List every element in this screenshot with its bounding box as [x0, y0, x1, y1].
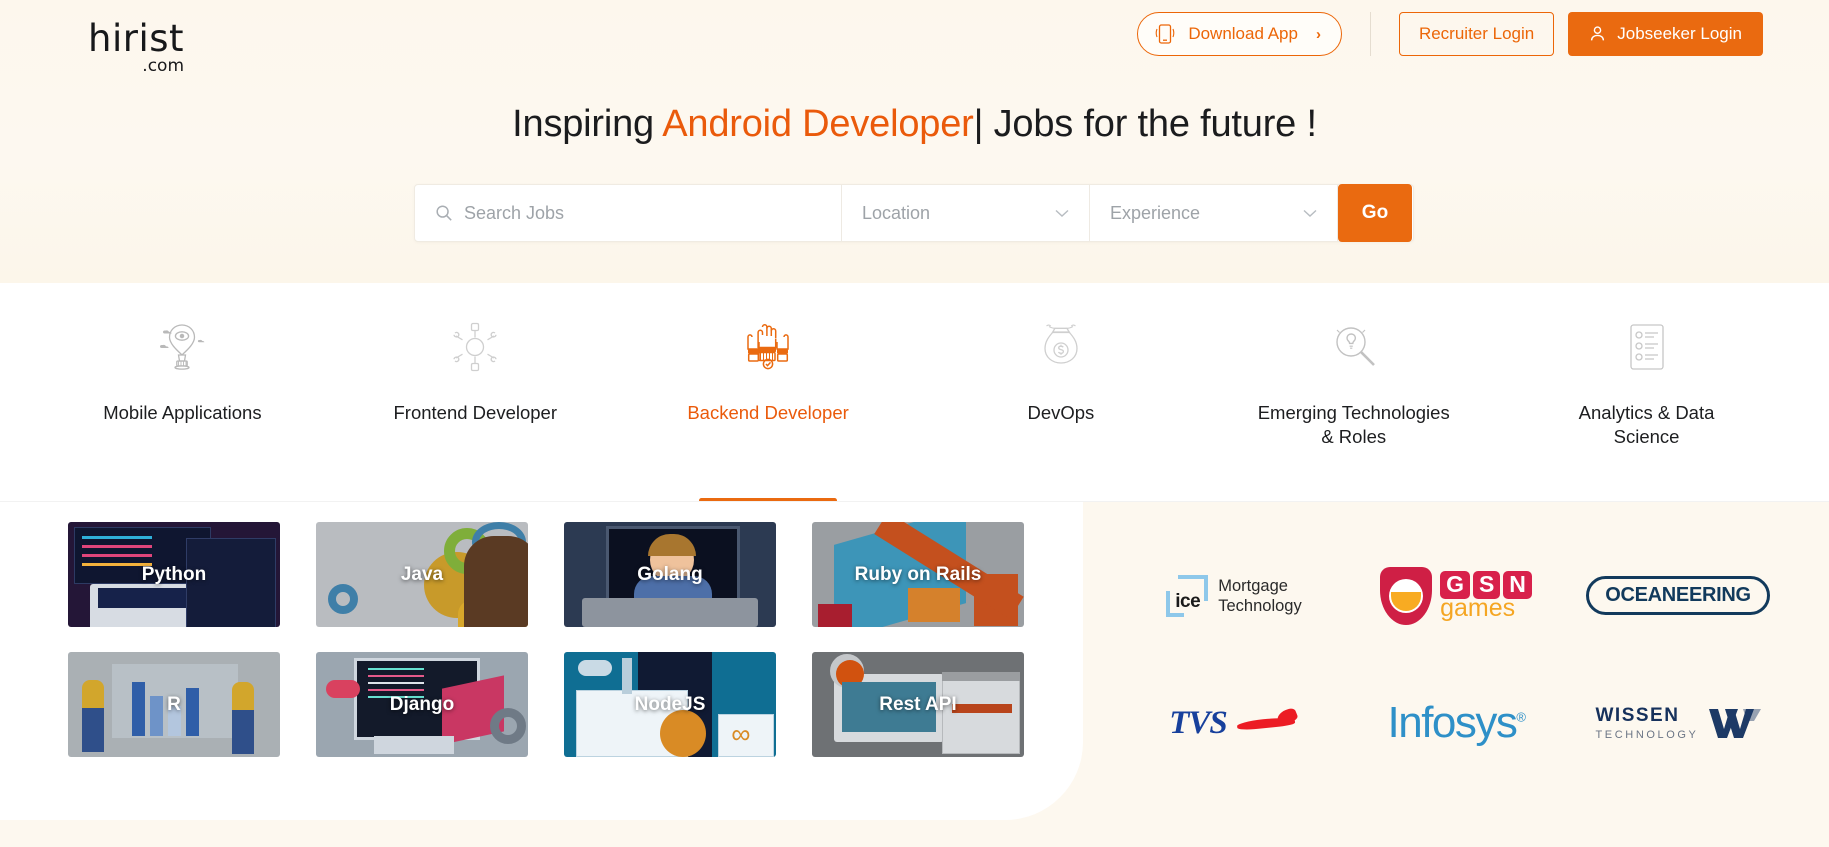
- hot-air-balloon-idea-icon: [157, 319, 207, 375]
- company-logo-gsn-games[interactable]: G S N games: [1380, 566, 1532, 625]
- location-select-value: Location: [862, 202, 931, 223]
- hirist-homepage: hirist .com Download App › Recruiter Log…: [0, 0, 1829, 847]
- download-app-label: Download App: [1188, 24, 1298, 43]
- oceaneering-wordmark: OCEANEERING: [1586, 576, 1770, 616]
- search-go-button[interactable]: Go: [1338, 184, 1412, 242]
- user-icon: [1589, 25, 1606, 43]
- wissen-wordmark: WISSEN: [1595, 705, 1680, 727]
- chevron-right-icon: ›: [1315, 25, 1321, 43]
- wissen-tagline: TECHNOLOGY: [1595, 729, 1699, 742]
- infosys-word: Infosys: [1387, 698, 1518, 748]
- tab-label: Analytics & Data Science: [1578, 402, 1715, 447]
- content-section: Python Java Golang Ruby on Rails R Djang: [0, 502, 1829, 847]
- tab-label: Mobile Applications: [103, 402, 262, 423]
- chevron-down-icon: [1303, 209, 1317, 218]
- search-input-placeholder: Search Jobs: [464, 202, 565, 223]
- document-report-icon: [1626, 319, 1668, 375]
- tab-devops[interactable]: DevOps: [914, 283, 1207, 503]
- company-logo-tvs[interactable]: TVS: [1169, 705, 1299, 742]
- chevron-down-icon: [1055, 209, 1069, 218]
- company-logo-infosys[interactable]: Infosys®: [1387, 698, 1527, 748]
- wissen-w-icon: [1708, 707, 1761, 739]
- download-app-button[interactable]: Download App ›: [1137, 12, 1342, 56]
- mobile-phone-icon: [1154, 22, 1176, 46]
- company-name-text: Mortgage Technology: [1218, 576, 1301, 616]
- logo-wordmark: hirist: [88, 17, 185, 60]
- tvs-horse-icon: [1237, 710, 1299, 736]
- tab-label: Emerging Technologies & Roles: [1257, 402, 1450, 447]
- logo-domain-suffix: .com: [142, 56, 185, 76]
- tab-backend-developer[interactable]: Backend Developer: [622, 283, 915, 503]
- skill-card-label: Python: [141, 563, 207, 585]
- skill-card-label: Java: [400, 563, 444, 585]
- money-bag-dollar-icon: [1035, 319, 1087, 375]
- skill-card-label: Ruby on Rails: [854, 563, 982, 585]
- job-search-bar: Search Jobs Location Experience Go: [414, 184, 1414, 242]
- jobseeker-login-button[interactable]: Jobseeker Login: [1568, 12, 1763, 56]
- tab-analytics-data-science[interactable]: Analytics & Data Science: [1500, 283, 1793, 503]
- site-logo[interactable]: hirist .com: [88, 20, 184, 75]
- skill-card-nodejs[interactable]: NodeJS: [564, 652, 776, 757]
- search-input[interactable]: Search Jobs: [415, 185, 842, 241]
- hero-section: hirist .com Download App › Recruiter Log…: [0, 0, 1829, 283]
- skill-card-rest-api[interactable]: Rest API: [812, 652, 1024, 757]
- tab-emerging-technologies-roles[interactable]: Emerging Technologies & Roles: [1207, 283, 1500, 503]
- skill-card-label: Rest API: [879, 693, 957, 715]
- company-logo-grid: ice Mortgage Technology G S N games OCEA…: [1083, 502, 1829, 847]
- skill-card-python[interactable]: Python: [68, 522, 280, 627]
- location-select[interactable]: Location: [842, 185, 1090, 241]
- header-actions: Download App › Recruiter Login Jobseeker…: [1137, 12, 1763, 56]
- experience-select-value: Experience: [1110, 202, 1201, 223]
- ice-bracket-icon: ice: [1166, 574, 1209, 617]
- headline-accent: Android Developer: [662, 103, 974, 145]
- skill-card-golang[interactable]: Golang: [564, 522, 776, 627]
- gear-hub-network-icon: [449, 319, 501, 375]
- skill-card-label: Golang: [637, 563, 703, 585]
- skill-card-java[interactable]: Java: [316, 522, 528, 627]
- skill-card-label: R: [167, 693, 181, 715]
- company-name-line2: Technology: [1218, 596, 1302, 615]
- skill-card-r[interactable]: R: [68, 652, 280, 757]
- search-icon: [435, 204, 453, 222]
- ice-wordmark: ice: [1175, 590, 1201, 612]
- registered-mark: ®: [1516, 709, 1526, 725]
- raised-hands-icon: [743, 319, 793, 375]
- recruiter-login-button[interactable]: Recruiter Login: [1398, 12, 1555, 56]
- company-logo-ice-mortgage-technology[interactable]: ice Mortgage Technology: [1166, 574, 1302, 617]
- infosys-wordmark: Infosys®: [1387, 698, 1527, 748]
- skill-card-label: NodeJS: [634, 693, 706, 715]
- skill-card-label: Django: [389, 693, 455, 715]
- tvs-wordmark: TVS: [1169, 704, 1228, 741]
- gsn-shield-icon: [1380, 566, 1433, 625]
- top-navigation-bar: hirist .com Download App › Recruiter Log…: [0, 0, 1829, 78]
- company-name-line1: Mortgage: [1218, 576, 1288, 595]
- experience-select[interactable]: Experience: [1090, 185, 1338, 241]
- skill-card-django[interactable]: Django: [316, 652, 528, 757]
- skill-card-grid: Python Java Golang Ruby on Rails R Djang: [68, 522, 1024, 757]
- headline-suffix: | Jobs for the future !: [973, 103, 1317, 145]
- company-logo-oceaneering[interactable]: OCEANEERING: [1586, 576, 1770, 616]
- jobseeker-login-label: Jobseeker Login: [1617, 24, 1742, 43]
- page-title: Inspiring Android Developer| Jobs for th…: [0, 103, 1829, 146]
- tab-label: Frontend Developer: [393, 402, 557, 423]
- gsn-games-word: games: [1440, 593, 1516, 622]
- category-tabs: Mobile Applications Frontend Developer B…: [0, 283, 1829, 503]
- headline-prefix: Inspiring: [512, 103, 663, 145]
- tab-frontend-developer[interactable]: Frontend Developer: [329, 283, 622, 503]
- tab-label: Backend Developer: [687, 402, 849, 423]
- magnifier-search-idea-icon: [1329, 319, 1379, 375]
- skill-card-ruby-on-rails[interactable]: Ruby on Rails: [812, 522, 1024, 627]
- tab-mobile-applications[interactable]: Mobile Applications: [36, 283, 329, 503]
- header-divider: [1369, 12, 1371, 56]
- company-logo-wissen-technology[interactable]: WISSEN TECHNOLOGY: [1595, 705, 1761, 742]
- tab-label: DevOps: [1027, 402, 1095, 423]
